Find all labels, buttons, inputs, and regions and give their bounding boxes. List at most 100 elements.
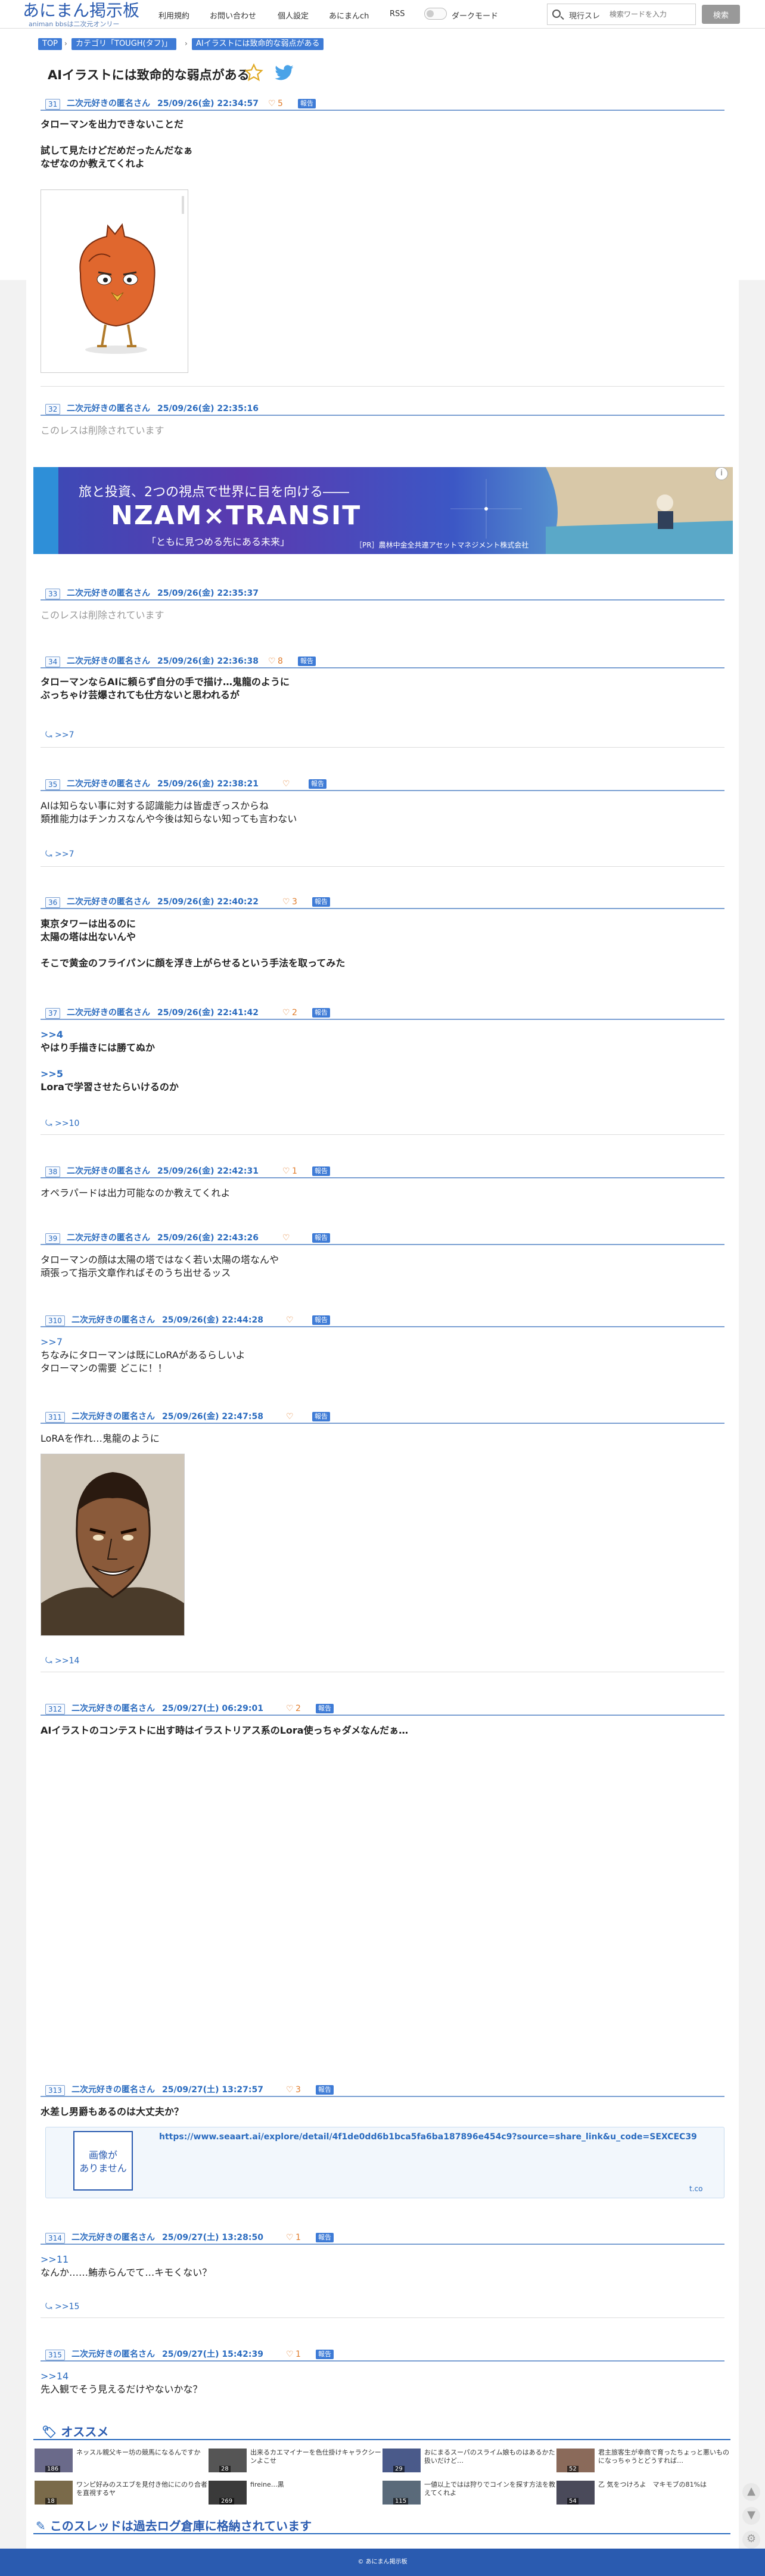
dark-mode-toggle[interactable]	[424, 8, 447, 20]
post-anchor-link[interactable]: >>14	[41, 2370, 203, 2383]
like-heart-icon[interactable]: ♡	[268, 655, 276, 667]
post-number[interactable]: 314	[45, 2233, 65, 2244]
like-heart-icon[interactable]: ♡	[286, 1314, 294, 1326]
report-button[interactable]: 報告	[309, 779, 326, 789]
recommend-item[interactable]: 52 君主旅客生が幸商で育ったちょっと悪いものになっちゃうとどうすれば…	[556, 2449, 729, 2477]
recommend-thumbnail[interactable]: 54	[556, 2481, 595, 2505]
post-number[interactable]: 310	[45, 1315, 65, 1326]
reply-link[interactable]: ⤿ >>7	[45, 850, 74, 859]
favorite-star-icon[interactable]	[244, 63, 263, 82]
recommend-item[interactable]: 269 fireine…黒	[209, 2481, 381, 2509]
recommend-thumbnail[interactable]: 29	[382, 2449, 421, 2472]
search-input[interactable]	[609, 8, 693, 21]
like-heart-icon[interactable]: ♡	[282, 1232, 290, 1244]
like-heart-icon[interactable]: ♡	[286, 1411, 294, 1423]
site-logo[interactable]: あにまん掲示板 animan bbsは二次元オンリー	[23, 1, 139, 28]
post-anchor-link[interactable]: >>11	[41, 2253, 212, 2266]
report-button[interactable]: 報告	[298, 99, 316, 108]
reply-anchor[interactable]: >>10	[55, 1119, 79, 1128]
recommend-thumbnail[interactable]: 269	[209, 2481, 247, 2505]
recommend-thumbnail[interactable]: 186	[35, 2449, 73, 2472]
like-heart-icon[interactable]: ♡	[282, 778, 290, 790]
recommend-title[interactable]: 出来るカエマイナーを色仕掛けキャラクシーンよこせ	[250, 2449, 381, 2475]
search-icon[interactable]	[552, 10, 561, 18]
post-anchor-link[interactable]: >>4	[41, 1028, 179, 1041]
post-number[interactable]: 38	[45, 1166, 61, 1177]
reply-anchor[interactable]: >>14	[55, 1656, 79, 1666]
twitter-share-icon[interactable]	[274, 64, 294, 82]
link-preview-url[interactable]: https://www.seaart.ai/explore/detail/4f1…	[159, 2132, 697, 2142]
post-number[interactable]: 35	[45, 779, 61, 790]
ad-info-icon[interactable]: i	[715, 467, 728, 480]
breadcrumb-thread[interactable]: AIイラストには致命的な弱点がある	[192, 38, 324, 50]
nav-contact[interactable]: お問い合わせ	[210, 10, 256, 21]
recommend-title[interactable]: 乙 気をつけろよ マキモブの81%は	[598, 2481, 729, 2507]
breadcrumb-top[interactable]: TOP	[38, 38, 63, 50]
reply-link[interactable]: ⤿ >>10	[45, 1119, 79, 1128]
recommend-thumbnail[interactable]: 28	[209, 2449, 247, 2472]
recommend-title[interactable]: ワンピ好みのスエブを見付き他ににのり合者を直視するヤ	[76, 2481, 207, 2507]
recommend-title[interactable]: ネッスル親父キー坊の競馬になるんですか	[76, 2449, 207, 2475]
post-number[interactable]: 315	[45, 2350, 65, 2360]
settings-gear-icon[interactable]: ⚙	[742, 2531, 760, 2549]
recommend-item[interactable]: 186 ネッスル親父キー坊の競馬になるんですか	[35, 2449, 207, 2477]
nav-animanch[interactable]: あにまんch	[329, 10, 369, 21]
recommend-title[interactable]: fireine…黒	[250, 2481, 381, 2507]
report-button[interactable]: 報告	[312, 1315, 330, 1325]
advertisement-banner[interactable]: 旅と投資、2つの視点で世界に目を向ける―― NZAM×TRANSIT 「ともに見…	[33, 467, 733, 554]
recommend-item[interactable]: 28 出来るカエマイナーを色仕掛けキャラクシーンよこせ	[209, 2449, 381, 2477]
recommend-thumbnail[interactable]: 18	[35, 2481, 73, 2505]
reply-link[interactable]: ⤿ >>7	[45, 730, 74, 740]
post-image-kiryu-portrait[interactable]	[41, 1454, 185, 1636]
like-heart-icon[interactable]: ♡	[286, 2232, 294, 2244]
post-anchor-link[interactable]: >>5	[41, 1068, 179, 1081]
reply-link[interactable]: ⤿ >>15	[45, 2302, 79, 2311]
like-heart-icon[interactable]: ♡	[286, 2084, 294, 2096]
post-number[interactable]: 313	[45, 2085, 65, 2096]
recommend-thumbnail[interactable]: 115	[382, 2481, 421, 2505]
breadcrumb-category[interactable]: カテゴリ「TOUGH(タフ)」	[71, 38, 176, 50]
like-heart-icon[interactable]: ♡	[286, 1703, 294, 1715]
report-button[interactable]: 報告	[312, 1008, 330, 1018]
reply-anchor[interactable]: >>7	[55, 730, 74, 740]
link-preview-card[interactable]: 画像が ありません https://www.seaart.ai/explore/…	[45, 2127, 724, 2198]
post-anchor-link[interactable]: >>7	[41, 1336, 245, 1349]
recommend-item[interactable]: 18 ワンピ好みのスエブを見付き他ににのり合者を直視するヤ	[35, 2481, 207, 2509]
like-heart-icon[interactable]: ♡	[268, 98, 276, 110]
search-button[interactable]: 検索	[702, 5, 740, 24]
recommend-item[interactable]: 54 乙 気をつけろよ マキモブの81%は	[556, 2481, 729, 2509]
post-number[interactable]: 32	[45, 404, 61, 415]
like-heart-icon[interactable]: ♡	[282, 1007, 290, 1019]
post-number[interactable]: 34	[45, 657, 61, 667]
post-number[interactable]: 33	[45, 589, 61, 599]
nav-settings[interactable]: 個人設定	[278, 10, 309, 21]
post-number[interactable]: 39	[45, 1233, 61, 1244]
like-heart-icon[interactable]: ♡	[286, 2348, 294, 2360]
recommend-item[interactable]: 115 一値以上ではは狩りでコインを探す方法を教えてくれよ	[382, 2481, 555, 2509]
post-number[interactable]: 312	[45, 1704, 65, 1715]
report-button[interactable]: 報告	[312, 1412, 330, 1421]
like-heart-icon[interactable]: ♡	[282, 896, 290, 908]
search-type-select[interactable]: 現行スレ	[569, 10, 600, 21]
report-button[interactable]: 報告	[316, 1704, 334, 1713]
recommend-thumbnail[interactable]: 52	[556, 2449, 595, 2472]
report-button[interactable]: 報告	[298, 657, 316, 666]
post-number[interactable]: 37	[45, 1008, 61, 1019]
scroll-bottom-icon[interactable]: ▼	[742, 2507, 760, 2525]
post-number[interactable]: 311	[45, 1412, 65, 1423]
post-number[interactable]: 31	[45, 99, 61, 110]
nav-rss[interactable]: RSS	[390, 10, 405, 18]
report-button[interactable]: 報告	[312, 1166, 330, 1176]
report-button[interactable]: 報告	[312, 1233, 330, 1243]
reply-anchor[interactable]: >>7	[55, 850, 74, 859]
recommend-title[interactable]: 一値以上ではは狩りでコインを探す方法を教えてくれよ	[424, 2481, 555, 2507]
report-button[interactable]: 報告	[316, 2233, 334, 2242]
reply-anchor[interactable]: >>15	[55, 2302, 79, 2311]
nav-terms[interactable]: 利用規約	[158, 10, 189, 21]
report-button[interactable]: 報告	[316, 2350, 334, 2359]
logo-title[interactable]: あにまん掲示板	[23, 1, 139, 20]
recommend-item[interactable]: 29 おにまるスーパのスライム娘ものはあるかた扱いだけど…	[382, 2449, 555, 2477]
recommend-title[interactable]: おにまるスーパのスライム娘ものはあるかた扱いだけど…	[424, 2449, 555, 2475]
recommend-title[interactable]: 君主旅客生が幸商で育ったちょっと悪いものになっちゃうとどうすれば…	[598, 2449, 729, 2475]
reply-link[interactable]: ⤿ >>14	[45, 1656, 79, 1666]
